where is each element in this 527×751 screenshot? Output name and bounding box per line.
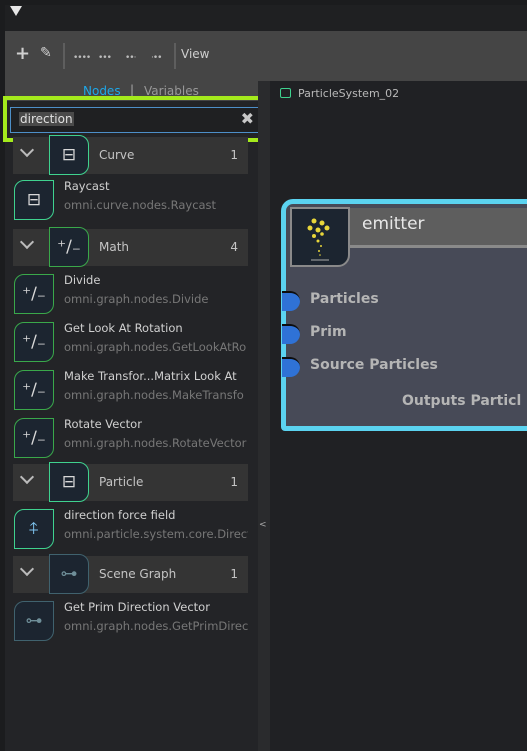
chevron-down-icon[interactable] bbox=[19, 561, 35, 577]
item-path: omni.particle.system.core.Direct bbox=[64, 527, 248, 541]
category-count: 4 bbox=[230, 240, 238, 254]
list-item[interactable]: ⁺∕₋ Rotate Vector omni.graph.nodes.Rotat… bbox=[13, 414, 248, 460]
item-path: omni.curve.nodes.Raycast bbox=[64, 198, 217, 212]
item-title: Get Look At Rotation bbox=[64, 321, 183, 335]
math-icon: ⁺∕₋ bbox=[14, 418, 54, 458]
particles-icon bbox=[290, 207, 350, 267]
curve-icon: ⊟ bbox=[49, 135, 89, 175]
dots-icon[interactable]: ••• bbox=[98, 53, 112, 63]
category-count: 1 bbox=[230, 567, 238, 581]
math-icon: ⁺∕₋ bbox=[49, 227, 89, 267]
item-path: omni.graph.nodes.GetPrimDirec bbox=[64, 619, 248, 633]
pencil-icon[interactable]: ✎ bbox=[40, 45, 52, 61]
output-port-label: Outputs Particl bbox=[402, 393, 522, 409]
list-item[interactable]: ⁺∕₋ Make Transfor...Matrix Look At omni.… bbox=[13, 366, 248, 412]
math-icon: ⁺∕₋ bbox=[14, 322, 54, 362]
category-curve[interactable]: ⊟ Curve 1 bbox=[13, 135, 248, 175]
item-path: omni.graph.nodes.RotateVector bbox=[64, 436, 247, 450]
list-item[interactable]: ⍏ direction force field omni.particle.sy… bbox=[13, 505, 248, 551]
category-particle[interactable]: ⊟ Particle 1 bbox=[13, 462, 248, 502]
hierarchy-icon: ⊶ bbox=[49, 554, 89, 594]
port-dot[interactable] bbox=[282, 291, 300, 311]
divider bbox=[63, 43, 65, 69]
search-input[interactable]: direction ✖ bbox=[10, 107, 260, 133]
arrow-up-icon: ⍏ bbox=[14, 509, 54, 549]
item-title: Make Transfor...Matrix Look At bbox=[64, 369, 237, 383]
port-label: Particles bbox=[310, 291, 379, 307]
dots-icon[interactable]: ••· bbox=[125, 53, 137, 63]
plus-icon[interactable]: + bbox=[15, 43, 30, 64]
item-path: omni.graph.nodes.Divide bbox=[64, 292, 209, 306]
item-path: omni.graph.nodes.MakeTransfo bbox=[64, 388, 244, 402]
item-title: Get Prim Direction Vector bbox=[64, 600, 210, 614]
list-item[interactable]: ⊶ Get Prim Direction Vector omni.graph.n… bbox=[13, 597, 248, 643]
category-name: Math bbox=[99, 240, 130, 254]
close-icon[interactable]: ✖ bbox=[241, 109, 254, 128]
item-title: direction force field bbox=[64, 508, 176, 522]
list-item[interactable]: ⁺∕₋ Divide omni.graph.nodes.Divide bbox=[13, 270, 248, 316]
category-scene-graph[interactable]: ⊶ Scene Graph 1 bbox=[13, 554, 248, 594]
category-math[interactable]: ⁺∕₋ Math 4 bbox=[13, 227, 248, 267]
port-dot[interactable] bbox=[282, 324, 300, 344]
panel-splitter[interactable] bbox=[258, 81, 270, 751]
dots-icon[interactable]: •••• bbox=[73, 53, 91, 63]
item-title: Raycast bbox=[64, 179, 110, 193]
collapse-panel-button[interactable]: < bbox=[259, 520, 269, 542]
item-path: omni.graph.nodes.GetLookAtRo bbox=[64, 340, 247, 354]
window-titlebar bbox=[5, 5, 527, 31]
hierarchy-icon: ⊶ bbox=[14, 601, 54, 641]
tab-divider: | bbox=[130, 83, 135, 97]
graph-icon bbox=[280, 88, 291, 98]
view-menu[interactable]: View bbox=[181, 47, 209, 61]
node-title: emitter bbox=[362, 214, 425, 234]
math-icon: ⁺∕₋ bbox=[14, 370, 54, 410]
search-value: direction bbox=[19, 112, 74, 126]
port-label: Source Particles bbox=[310, 357, 438, 373]
collapse-triangle-icon[interactable] bbox=[10, 6, 22, 16]
curve-icon: ⊟ bbox=[14, 180, 54, 220]
item-title: Rotate Vector bbox=[64, 417, 142, 431]
chevron-down-icon[interactable] bbox=[19, 469, 35, 485]
category-count: 1 bbox=[230, 475, 238, 489]
dots-icon[interactable]: ·•• bbox=[151, 53, 163, 63]
category-name: Curve bbox=[99, 148, 135, 162]
graph-title: ParticleSystem_02 bbox=[298, 87, 400, 100]
emitter-node[interactable]: emitter Particles Prim Source Particles … bbox=[281, 199, 527, 431]
divider bbox=[174, 43, 176, 69]
category-count: 1 bbox=[230, 148, 238, 162]
category-name: Particle bbox=[99, 475, 144, 489]
chevron-down-icon[interactable] bbox=[19, 142, 35, 158]
port-label: Prim bbox=[310, 324, 347, 340]
math-icon: ⁺∕₋ bbox=[14, 274, 54, 314]
list-item[interactable]: ⁺∕₋ Get Look At Rotation omni.graph.node… bbox=[13, 318, 248, 364]
item-title: Divide bbox=[64, 273, 101, 287]
port-dot[interactable] bbox=[282, 357, 300, 377]
toolbar: + ✎ •••• ••• ••· ·•• View bbox=[5, 31, 527, 81]
chevron-down-icon[interactable] bbox=[19, 234, 35, 250]
list-item[interactable]: ⊟ Raycast omni.curve.nodes.Raycast bbox=[13, 176, 248, 222]
particle-icon: ⊟ bbox=[49, 462, 89, 502]
category-name: Scene Graph bbox=[99, 567, 177, 581]
